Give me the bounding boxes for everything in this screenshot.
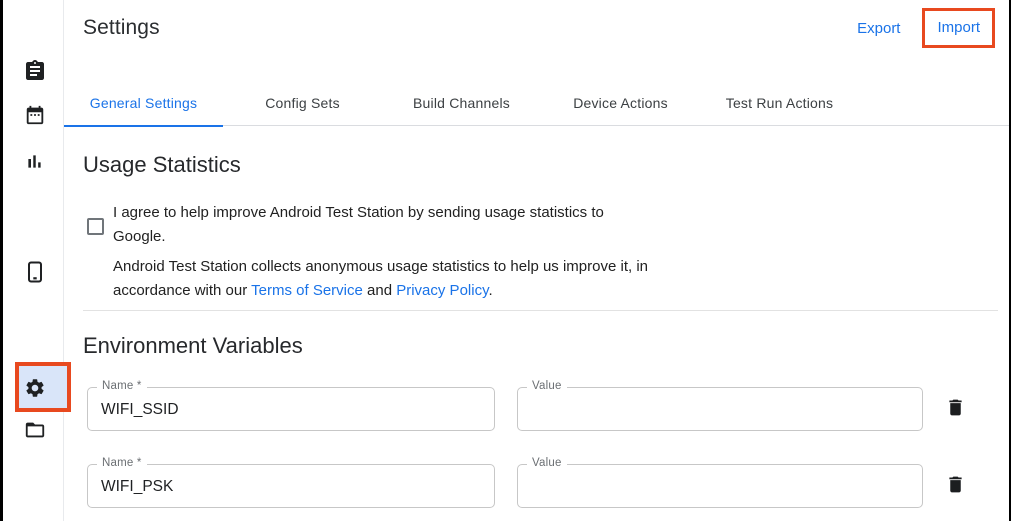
env-name-field-wrapper: Name * <box>87 464 495 508</box>
usage-statistics-checkbox[interactable] <box>87 218 104 235</box>
usage-agree-label: I agree to help improve Android Test Sta… <box>113 201 604 249</box>
header-actions: Export Import <box>857 8 995 48</box>
env-name-field-label: Name * <box>97 380 147 392</box>
usage-agree-line-1: I agree to help improve Android Test Sta… <box>113 201 604 225</box>
environment-variables-heading: Environment Variables <box>83 333 303 359</box>
env-value-input[interactable] <box>518 465 922 507</box>
env-name-input[interactable] <box>88 465 494 507</box>
import-button[interactable]: Import <box>937 19 980 36</box>
trash-icon <box>945 397 966 421</box>
env-var-row: Name * Value <box>3 387 1011 431</box>
sidebar-item-test-runs[interactable] <box>6 54 63 88</box>
delete-env-var-button[interactable] <box>943 397 967 421</box>
env-var-row: Name * Value <box>3 464 1011 508</box>
tab-device-actions[interactable]: Device Actions <box>541 79 700 126</box>
env-value-field-wrapper: Value <box>517 464 923 508</box>
highlight-box-import: Import <box>922 8 995 48</box>
env-name-input[interactable] <box>88 388 494 430</box>
bar-chart-icon <box>24 151 45 172</box>
export-button[interactable]: Export <box>857 20 900 37</box>
env-value-input[interactable] <box>518 388 922 430</box>
env-value-field-label: Value <box>527 380 567 392</box>
env-name-field-label: Name * <box>97 457 147 469</box>
trash-icon <box>945 474 966 498</box>
tab-config-sets[interactable]: Config Sets <box>223 79 382 126</box>
gear-icon <box>24 377 46 399</box>
privacy-policy-link[interactable]: Privacy Policy <box>396 282 488 299</box>
sidebar-item-test-plans[interactable] <box>6 98 63 132</box>
smartphone-icon <box>23 260 47 284</box>
sidebar-item-settings[interactable] <box>6 371 63 405</box>
env-value-field-label: Value <box>527 457 567 469</box>
sidebar-item-reports[interactable] <box>6 144 63 178</box>
env-name-field-wrapper: Name * <box>87 387 495 431</box>
info-text-segment: accordance with our <box>113 282 251 299</box>
usage-info-text: Android Test Station collects anonymous … <box>113 255 648 303</box>
page-title: Settings <box>83 16 160 40</box>
usage-agree-line-2: Google. <box>113 225 604 249</box>
usage-info-line-2: accordance with our Terms of Service and… <box>113 279 648 303</box>
tab-general-settings[interactable]: General Settings <box>64 79 223 126</box>
section-divider <box>83 310 998 311</box>
delete-env-var-button[interactable] <box>943 474 967 498</box>
tab-test-run-actions[interactable]: Test Run Actions <box>700 79 859 126</box>
assignment-icon <box>23 59 47 83</box>
tab-bar: General Settings Config Sets Build Chann… <box>64 79 1011 126</box>
terms-of-service-link[interactable]: Terms of Service <box>251 282 363 299</box>
usage-statistics-heading: Usage Statistics <box>83 152 241 178</box>
calendar-icon <box>24 104 46 126</box>
env-value-field-wrapper: Value <box>517 387 923 431</box>
tab-build-channels[interactable]: Build Channels <box>382 79 541 126</box>
usage-info-line-1: Android Test Station collects anonymous … <box>113 255 648 279</box>
sidebar <box>6 0 64 521</box>
info-text-segment: . <box>488 282 492 299</box>
sidebar-item-devices[interactable] <box>6 255 63 289</box>
info-text-segment: and <box>363 282 396 299</box>
app-window: Settings Export Import General Settings … <box>0 0 1011 521</box>
